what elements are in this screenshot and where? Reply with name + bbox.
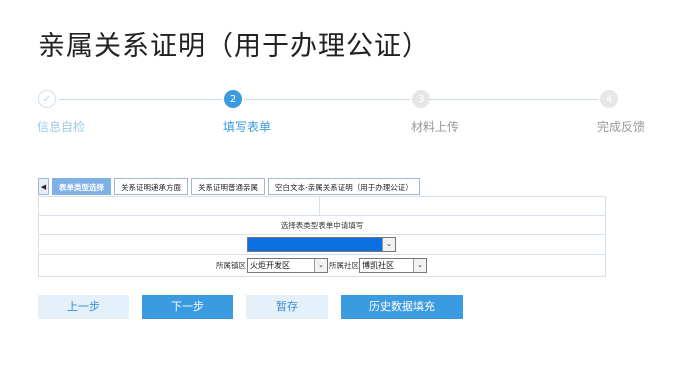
community-select[interactable]: 博凯社区 ⌄: [359, 258, 427, 273]
step-2-label: 填写表单: [223, 120, 272, 134]
step-connector: [430, 99, 598, 100]
prev-button[interactable]: 上一步: [38, 295, 129, 319]
chevron-down-icon: ⌄: [314, 259, 327, 272]
district-label: 所属镇区: [216, 261, 246, 270]
step-3-label: 材料上传: [411, 120, 460, 134]
tab-scroll-left-icon[interactable]: ◀: [38, 178, 49, 195]
page-title: 亲属关系证明（用于办理公证）: [38, 31, 430, 62]
tab-relation-relatives[interactable]: 关系证明普通亲属: [191, 178, 265, 195]
step-connector: [244, 99, 410, 100]
step-4-label: 完成反馈: [597, 120, 646, 134]
form-tabs: ◀ 表单类型选择 关系证明递承方面 关系证明普通亲属 空白文本-亲属关系证明（用…: [38, 178, 420, 196]
step-1-label: 信息自检: [37, 120, 86, 134]
form-row-type: ⌄: [39, 235, 605, 255]
chevron-down-icon: ⌄: [382, 238, 395, 251]
step-connector: [59, 99, 222, 100]
tab-form-type[interactable]: 表单类型选择: [52, 178, 111, 195]
form-instruction: 选择表类型表单中请填写: [39, 216, 605, 235]
chevron-down-icon: ⌄: [413, 259, 426, 272]
save-draft-button[interactable]: 暂存: [246, 295, 328, 319]
next-button[interactable]: 下一步: [142, 295, 233, 319]
district-select[interactable]: 火炬开发区 ⌄: [247, 258, 328, 273]
community-label: 所属社区: [329, 261, 359, 270]
check-icon: ✓: [38, 90, 56, 108]
step-3-circle: 3: [412, 90, 430, 108]
history-fill-button[interactable]: 历史数据填充: [341, 295, 463, 319]
tab-blank-notary[interactable]: 空白文本-亲属关系证明（用于办理公证）: [268, 178, 420, 195]
form-table: 选择表类型表单中请填写 ⌄ 所属镇区 火炬开发区 ⌄ 所属社区 博凯社区 ⌄: [38, 196, 606, 277]
step-2-circle: 2: [224, 90, 242, 108]
form-type-select[interactable]: ⌄: [247, 237, 396, 252]
form-row-header: [39, 197, 605, 216]
form-row-location: 所属镇区 火炬开发区 ⌄ 所属社区 博凯社区 ⌄: [39, 255, 605, 276]
step-4-circle: 4: [600, 90, 618, 108]
tab-relation-inherit[interactable]: 关系证明递承方面: [114, 178, 188, 195]
